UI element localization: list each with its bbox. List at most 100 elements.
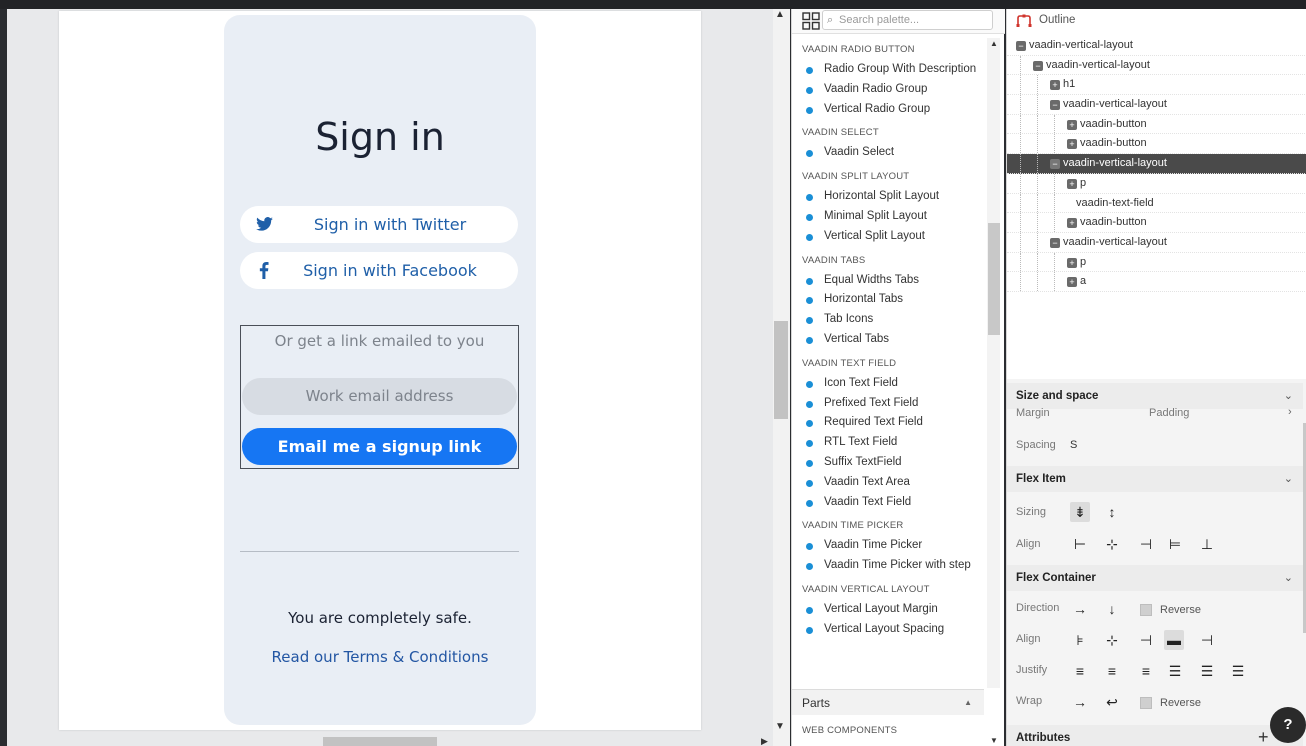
container-align-baseline-icon[interactable]: ⊣ [1197,630,1217,650]
scroll-up-icon[interactable]: ▲ [775,9,785,20]
palette-item[interactable]: Horizontal Split Layout [792,187,984,207]
collapse-icon[interactable]: − [1033,60,1043,71]
palette-item[interactable]: Required Text Field [792,413,984,433]
wrap-reverse-checkbox[interactable] [1140,697,1152,709]
container-align-start-icon[interactable]: ⊧ [1070,630,1090,650]
justify-evenly-icon[interactable]: ☰ [1228,661,1248,681]
palette-item[interactable]: Vaadin Time Picker [792,536,984,556]
palette-item[interactable]: Vertical Layout Spacing [792,620,984,640]
chevron-right-icon[interactable]: › [1288,406,1292,418]
justify-between-icon[interactable]: ☰ [1165,661,1185,681]
align-start-icon[interactable]: ⊢ [1070,534,1090,554]
email-field[interactable]: Work email address [242,378,517,415]
palette-search-input[interactable]: ⌕ Search palette... [822,10,993,30]
parts-section-header[interactable]: Parts ▲ [792,689,984,715]
palette-item[interactable]: Vaadin Text Area [792,473,984,493]
palette-item[interactable]: Prefixed Text Field [792,394,984,414]
palette-scroll-up-icon[interactable]: ▲ [990,39,998,48]
align-stretch-icon[interactable]: ⊨ [1165,534,1185,554]
expand-icon[interactable]: + [1050,80,1060,91]
terms-link[interactable]: Read our Terms & Conditions [224,648,536,666]
shrink-icon[interactable]: ⇟ [1070,502,1090,522]
justify-end-icon[interactable]: ≡ [1136,661,1156,681]
justify-around-icon[interactable]: ☰ [1197,661,1217,681]
signin-card[interactable]: Sign in Sign in with Twitter Sign in wit… [224,15,536,725]
size-space-header[interactable]: Size and space ⌄ [1007,383,1303,409]
expand-icon[interactable]: + [1067,178,1077,189]
design-canvas[interactable]: Sign in Sign in with Twitter Sign in wit… [7,9,790,746]
expand-icon[interactable]: ↕ [1102,502,1122,522]
flex-item-header[interactable]: Flex Item ⌄ [1007,466,1303,492]
outline-node[interactable]: − vaadin-vertical-layout [1007,95,1306,115]
direction-row-icon[interactable]: → [1070,599,1090,619]
palette-item[interactable]: Radio Group With Description [792,60,984,80]
container-align-stretch-icon[interactable]: ▬ [1164,630,1184,650]
palette-item[interactable]: Tab Icons [792,310,984,330]
palette-item[interactable]: Equal Widths Tabs [792,271,984,291]
direction-column-icon[interactable]: ↓ [1102,599,1122,619]
collapse-icon[interactable]: − [1050,100,1060,111]
collapse-icon[interactable]: − [1050,237,1060,248]
expand-icon[interactable]: + [1067,139,1077,150]
nowrap-icon[interactable]: → [1070,692,1090,712]
outline-node[interactable]: + a [1007,272,1306,292]
expand-icon[interactable]: + [1067,277,1077,288]
justify-center-icon[interactable]: ≡ [1102,661,1122,681]
palette-scrollbar[interactable] [987,38,1000,688]
spacing-value[interactable]: S [1070,439,1077,451]
flex-container-header[interactable]: Flex Container ⌄ [1007,565,1303,591]
outline-node[interactable]: + p [1007,252,1306,273]
scroll-down-icon[interactable]: ▼ [775,721,785,732]
canvas-vertical-scroll-thumb[interactable] [774,321,788,419]
outline-node[interactable]: + h1 [1007,75,1306,96]
facebook-signin-button[interactable]: Sign in with Facebook [240,252,518,289]
help-button[interactable]: ? [1270,707,1306,743]
palette-item[interactable]: Vaadin Text Field [792,493,984,513]
email-signup-layout[interactable]: Or get a link emailed to you Work email … [240,325,519,469]
palette-scroll-down-icon[interactable]: ▼ [990,736,998,745]
tree-guide [1020,95,1021,114]
palette-item[interactable]: Vertical Layout Margin [792,600,984,620]
wrap-icon[interactable]: ↩ [1102,692,1122,712]
align-baseline-icon[interactable]: ⊥ [1197,534,1217,554]
align-center-icon[interactable]: ⊹ [1102,534,1122,554]
canvas-horizontal-scroll-thumb[interactable] [323,737,437,746]
align-end-icon[interactable]: ⊣ [1136,534,1156,554]
palette-item[interactable]: Vaadin Radio Group [792,80,984,100]
collapse-icon[interactable]: − [1016,41,1026,51]
palette-item[interactable]: Icon Text Field [792,374,984,394]
outline-node[interactable]: + vaadin-button [1007,213,1306,233]
palette-item[interactable]: Horizontal Tabs [792,290,984,310]
palette-item[interactable]: RTL Text Field [792,433,984,453]
twitter-signin-button[interactable]: Sign in with Twitter [240,206,518,243]
palette-item[interactable]: Vertical Tabs [792,330,984,350]
palette-item[interactable]: Vaadin Select [792,143,984,163]
expand-icon[interactable]: + [1067,257,1077,268]
outline-node[interactable]: + vaadin-button [1007,114,1306,135]
palette-scroll-thumb[interactable] [988,223,1000,335]
grid-icon[interactable] [802,12,820,30]
outline-node[interactable]: + vaadin-button [1007,134,1306,155]
scroll-right-icon[interactable]: ▶ [761,736,768,746]
expand-icon[interactable]: + [1067,218,1077,229]
palette-item[interactable]: Vaadin Time Picker with step [792,556,984,576]
outline-node[interactable]: + p [1007,173,1306,194]
palette-item[interactable]: Vertical Split Layout [792,227,984,247]
palette-item[interactable]: Suffix TextField [792,453,984,473]
collapse-icon[interactable]: − [1050,159,1060,170]
expand-icon[interactable]: + [1067,119,1077,130]
palette-item-label: Equal Widths Tabs [824,273,920,286]
palette-item[interactable]: Vertical Radio Group [792,100,984,120]
justify-start-icon[interactable]: ≡ [1070,661,1090,681]
container-align-center-icon[interactable]: ⊹ [1102,630,1122,650]
outline-node[interactable]: − vaadin-vertical-layout [1007,36,1306,56]
add-attribute-icon[interactable]: + [1258,727,1269,746]
palette-item[interactable]: Minimal Split Layout [792,207,984,227]
outline-node[interactable]: vaadin-text-field [1007,193,1306,214]
outline-node[interactable]: − vaadin-vertical-layout [1007,232,1306,253]
outline-node[interactable]: − vaadin-vertical-layout [1007,154,1306,174]
container-align-end-icon[interactable]: ⊣ [1136,630,1156,650]
outline-node[interactable]: − vaadin-vertical-layout [1007,55,1306,76]
direction-reverse-checkbox[interactable] [1140,604,1152,616]
email-signup-button[interactable]: Email me a signup link [242,428,517,465]
